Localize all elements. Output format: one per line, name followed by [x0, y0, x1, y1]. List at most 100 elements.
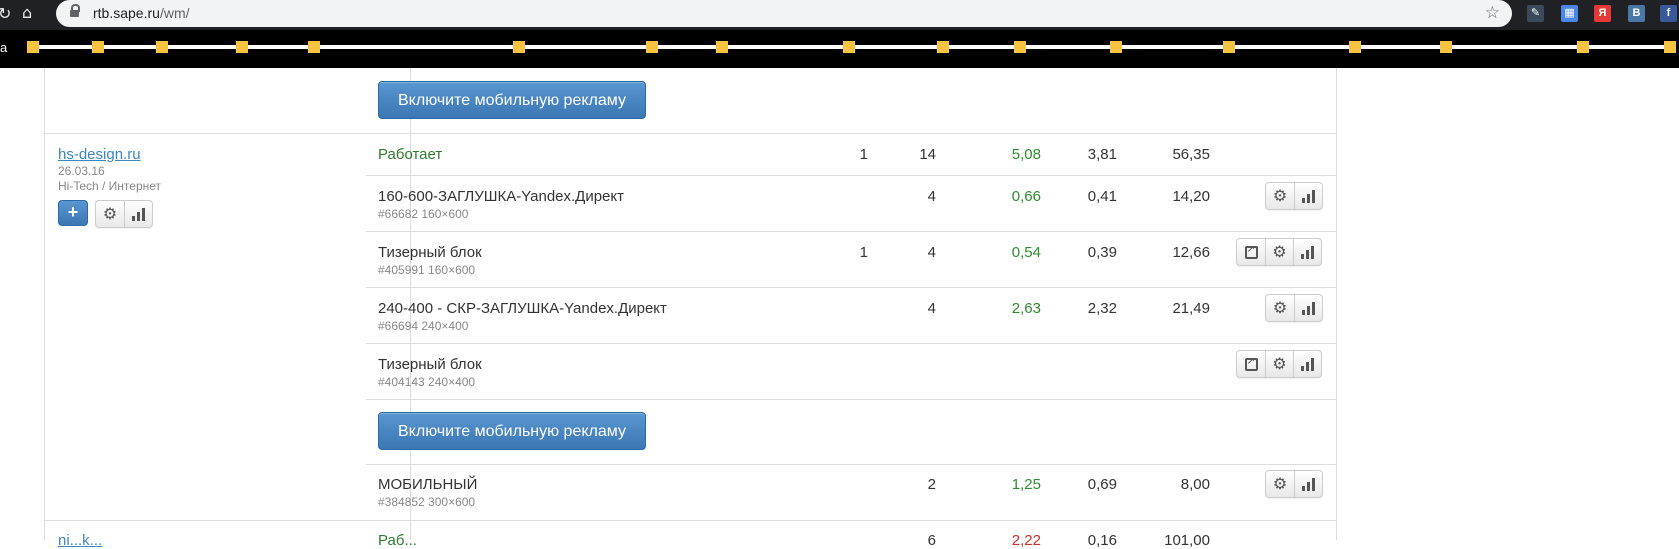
bookmark-folder-icon[interactable]	[937, 41, 949, 53]
block-name: Тизерный блок	[378, 356, 482, 373]
block-name: МОБИЛЬНЫЙ	[378, 476, 478, 493]
bookmark-folder-icon[interactable]	[1110, 41, 1122, 53]
bookmark-folder-icon[interactable]	[92, 41, 104, 53]
vk-extension-icon[interactable]: B	[1628, 5, 1645, 22]
stats-button[interactable]	[124, 201, 152, 227]
block-id-size: #66682 160×600	[378, 207, 469, 221]
gear-icon: ⚙	[1272, 354, 1287, 373]
bar-chart-icon	[1301, 357, 1314, 371]
block-name: Тизерный блок	[378, 244, 482, 261]
stats-button[interactable]	[1294, 295, 1322, 321]
cell-col5: 21,49	[1172, 300, 1210, 317]
settings-button[interactable]: ⚙	[1265, 351, 1293, 377]
bookmark-folder-icon[interactable]	[236, 41, 248, 53]
bookmark-star-icon[interactable]: ☆	[1485, 3, 1500, 23]
address-bar[interactable]: rtb.sape.ru/wm/ ☆	[56, 0, 1512, 27]
block-name: 240-400 - СКР-ЗАГЛУШКА-Yandex.Директ	[378, 300, 667, 317]
block-id-size: #66694 240×400	[378, 319, 469, 333]
cell-col5: 14,20	[1172, 188, 1210, 205]
stats-button[interactable]	[1293, 239, 1321, 265]
bookmark-folder-icon[interactable]	[1440, 41, 1452, 53]
add-block-button[interactable]: +	[58, 200, 88, 226]
cell-col3: 5,08	[1011, 146, 1041, 163]
row-divider	[44, 520, 1337, 521]
cell-col3: 2,22	[1011, 532, 1041, 549]
preview-button[interactable]	[1237, 239, 1265, 265]
bookmark-folder-icon[interactable]	[1014, 41, 1026, 53]
cell-col4: 0,69	[1087, 476, 1117, 493]
stats-button[interactable]	[1293, 351, 1321, 377]
cell-col4: 3,81	[1087, 146, 1117, 163]
settings-button[interactable]: ⚙	[1266, 183, 1294, 209]
row-divider	[366, 399, 1337, 400]
bar-chart-icon	[132, 207, 145, 221]
settings-button[interactable]: ⚙	[1265, 239, 1293, 265]
gear-icon: ⚙	[1272, 474, 1288, 493]
bookmark-folder-icon[interactable]	[1349, 41, 1361, 53]
gear-icon: ⚙	[1272, 186, 1288, 205]
cell-col3: 1,25	[1011, 476, 1041, 493]
block-id-size: #405991 160×600	[378, 263, 476, 277]
bar-chart-icon	[1301, 245, 1314, 259]
bar-chart-icon	[1302, 301, 1315, 315]
site-link[interactable]: hs-design.ru	[58, 146, 141, 163]
block-actions: ⚙	[1265, 182, 1323, 210]
cell-col1: 1	[859, 146, 868, 163]
bar-chart-icon	[1302, 477, 1315, 491]
cell-col4: 0,39	[1087, 244, 1117, 261]
settings-button[interactable]: ⚙	[96, 201, 124, 227]
grid-extension-icon[interactable]: ▦	[1561, 5, 1578, 22]
home-icon[interactable]: ⌂	[22, 3, 32, 22]
bookmark-folder-icon[interactable]	[1577, 41, 1589, 53]
enable-mobile-ads-button[interactable]: Включите мобильную рекламу	[378, 412, 646, 450]
cell-col4: 0,41	[1087, 188, 1117, 205]
site-category: Hi-Tech / Интернет	[58, 179, 162, 193]
bookmark-folder-icon[interactable]	[646, 41, 658, 53]
bookmark-folder-icon[interactable]	[1223, 41, 1235, 53]
cell-col2: 4	[927, 188, 936, 205]
gear-icon: ⚙	[1272, 298, 1288, 317]
cell-col5: 101,00	[1164, 532, 1210, 549]
reload-icon[interactable]: ↻	[0, 4, 11, 23]
block-actions: ⚙	[1236, 238, 1322, 266]
site-status: Работает	[378, 146, 443, 163]
table-panel	[44, 68, 1337, 540]
bookmark-folder-icon[interactable]	[27, 41, 39, 53]
next-site-status: Раб...	[378, 532, 417, 549]
bookmark-folder-icon[interactable]	[513, 41, 525, 53]
preview-button[interactable]	[1237, 351, 1265, 377]
cell-col3: 0,54	[1011, 244, 1041, 261]
facebook-extension-icon[interactable]: f	[1660, 5, 1677, 22]
row-divider	[366, 175, 1337, 176]
bookmark-folder-icon[interactable]	[716, 41, 728, 53]
cell-col2: 14	[919, 146, 936, 163]
bookmark-folder-icon[interactable]	[1664, 41, 1676, 53]
row-divider	[366, 343, 1337, 344]
block-actions: ⚙	[1265, 294, 1323, 322]
cell-col3: 2,63	[1011, 300, 1041, 317]
yandex-extension-icon[interactable]: Я	[1594, 5, 1611, 22]
bookmark-folder-icon[interactable]	[308, 41, 320, 53]
block-id-size: #384852 300×600	[378, 495, 476, 509]
bookmark-folder-icon[interactable]	[843, 41, 855, 53]
cell-col2: 4	[927, 244, 936, 261]
extension-icon[interactable]: ✎	[1527, 5, 1544, 22]
row-divider	[44, 133, 1337, 134]
url-text: rtb.sape.ru/wm/	[93, 5, 190, 21]
settings-button[interactable]: ⚙	[1266, 471, 1294, 497]
site-actions: ⚙	[95, 200, 153, 228]
stats-button[interactable]	[1294, 471, 1322, 497]
stats-button[interactable]	[1294, 183, 1322, 209]
bookmarks-bar: a	[0, 30, 1679, 68]
cell-col2: 2	[927, 476, 936, 493]
browser-toolbar: ↻ ⌂ rtb.sape.ru/wm/ ☆ ✎ ▦ Я B f	[0, 0, 1679, 30]
enable-mobile-ads-button[interactable]: Включите мобильную рекламу	[378, 81, 646, 119]
next-site-link[interactable]: ni...k...	[58, 532, 102, 549]
lock-icon	[70, 4, 80, 19]
external-link-icon	[1244, 244, 1258, 259]
settings-button[interactable]: ⚙	[1266, 295, 1294, 321]
row-divider	[366, 231, 1337, 232]
cell-col3: 0,66	[1011, 188, 1041, 205]
gear-icon: ⚙	[1272, 242, 1287, 261]
bookmark-folder-icon[interactable]	[156, 41, 168, 53]
